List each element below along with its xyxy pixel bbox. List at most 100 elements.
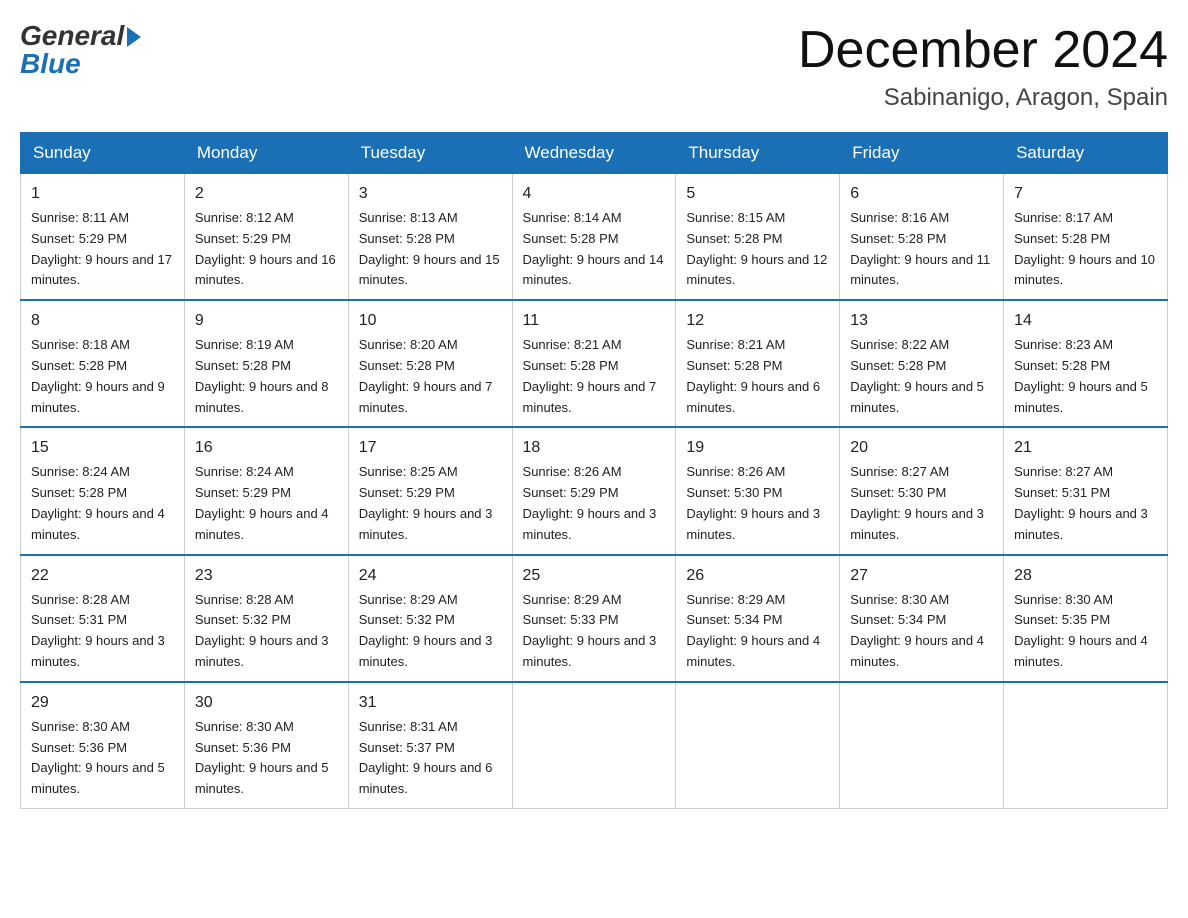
location-title: Sabinanigo, Aragon, Spain: [798, 84, 1168, 112]
col-saturday: Saturday: [1004, 133, 1168, 174]
day-number: 11: [523, 309, 666, 333]
day-info: Sunrise: 8:31 AMSunset: 5:37 PMDaylight:…: [359, 719, 493, 796]
day-number: 31: [359, 691, 502, 715]
day-number: 7: [1014, 182, 1157, 206]
day-cell: 21 Sunrise: 8:27 AMSunset: 5:31 PMDaylig…: [1004, 427, 1168, 554]
day-number: 29: [31, 691, 174, 715]
day-cell: 12 Sunrise: 8:21 AMSunset: 5:28 PMDaylig…: [676, 300, 840, 427]
day-info: Sunrise: 8:28 AMSunset: 5:32 PMDaylight:…: [195, 592, 329, 669]
day-number: 10: [359, 309, 502, 333]
day-cell: 30 Sunrise: 8:30 AMSunset: 5:36 PMDaylig…: [184, 682, 348, 809]
day-number: 5: [686, 182, 829, 206]
day-info: Sunrise: 8:14 AMSunset: 5:28 PMDaylight:…: [523, 210, 664, 287]
day-number: 12: [686, 309, 829, 333]
day-cell: 18 Sunrise: 8:26 AMSunset: 5:29 PMDaylig…: [512, 427, 676, 554]
day-cell: [1004, 682, 1168, 809]
calendar-table: Sunday Monday Tuesday Wednesday Thursday…: [20, 132, 1168, 809]
day-cell: 14 Sunrise: 8:23 AMSunset: 5:28 PMDaylig…: [1004, 300, 1168, 427]
day-info: Sunrise: 8:18 AMSunset: 5:28 PMDaylight:…: [31, 337, 165, 414]
week-row-5: 29 Sunrise: 8:30 AMSunset: 5:36 PMDaylig…: [21, 682, 1168, 809]
day-number: 18: [523, 436, 666, 460]
day-number: 4: [523, 182, 666, 206]
week-row-4: 22 Sunrise: 8:28 AMSunset: 5:31 PMDaylig…: [21, 555, 1168, 682]
day-info: Sunrise: 8:21 AMSunset: 5:28 PMDaylight:…: [523, 337, 657, 414]
day-number: 6: [850, 182, 993, 206]
day-cell: [512, 682, 676, 809]
day-number: 2: [195, 182, 338, 206]
week-row-3: 15 Sunrise: 8:24 AMSunset: 5:28 PMDaylig…: [21, 427, 1168, 554]
col-wednesday: Wednesday: [512, 133, 676, 174]
day-info: Sunrise: 8:30 AMSunset: 5:35 PMDaylight:…: [1014, 592, 1148, 669]
day-number: 24: [359, 564, 502, 588]
day-info: Sunrise: 8:26 AMSunset: 5:29 PMDaylight:…: [523, 464, 657, 541]
day-info: Sunrise: 8:13 AMSunset: 5:28 PMDaylight:…: [359, 210, 500, 287]
col-tuesday: Tuesday: [348, 133, 512, 174]
day-cell: 15 Sunrise: 8:24 AMSunset: 5:28 PMDaylig…: [21, 427, 185, 554]
day-info: Sunrise: 8:17 AMSunset: 5:28 PMDaylight:…: [1014, 210, 1155, 287]
day-number: 8: [31, 309, 174, 333]
day-cell: 4 Sunrise: 8:14 AMSunset: 5:28 PMDayligh…: [512, 174, 676, 301]
week-row-1: 1 Sunrise: 8:11 AMSunset: 5:29 PMDayligh…: [21, 174, 1168, 301]
day-number: 20: [850, 436, 993, 460]
day-cell: 6 Sunrise: 8:16 AMSunset: 5:28 PMDayligh…: [840, 174, 1004, 301]
day-cell: 17 Sunrise: 8:25 AMSunset: 5:29 PMDaylig…: [348, 427, 512, 554]
day-cell: 20 Sunrise: 8:27 AMSunset: 5:30 PMDaylig…: [840, 427, 1004, 554]
day-info: Sunrise: 8:11 AMSunset: 5:29 PMDaylight:…: [31, 210, 172, 287]
col-thursday: Thursday: [676, 133, 840, 174]
day-cell: 27 Sunrise: 8:30 AMSunset: 5:34 PMDaylig…: [840, 555, 1004, 682]
day-info: Sunrise: 8:30 AMSunset: 5:36 PMDaylight:…: [31, 719, 165, 796]
day-info: Sunrise: 8:29 AMSunset: 5:33 PMDaylight:…: [523, 592, 657, 669]
logo-blue-text: Blue: [20, 48, 81, 80]
day-info: Sunrise: 8:15 AMSunset: 5:28 PMDaylight:…: [686, 210, 827, 287]
day-number: 22: [31, 564, 174, 588]
day-info: Sunrise: 8:27 AMSunset: 5:31 PMDaylight:…: [1014, 464, 1148, 541]
day-number: 16: [195, 436, 338, 460]
day-number: 27: [850, 564, 993, 588]
day-info: Sunrise: 8:22 AMSunset: 5:28 PMDaylight:…: [850, 337, 984, 414]
day-info: Sunrise: 8:28 AMSunset: 5:31 PMDaylight:…: [31, 592, 165, 669]
day-info: Sunrise: 8:29 AMSunset: 5:32 PMDaylight:…: [359, 592, 493, 669]
day-number: 15: [31, 436, 174, 460]
day-info: Sunrise: 8:29 AMSunset: 5:34 PMDaylight:…: [686, 592, 820, 669]
day-cell: 26 Sunrise: 8:29 AMSunset: 5:34 PMDaylig…: [676, 555, 840, 682]
day-info: Sunrise: 8:27 AMSunset: 5:30 PMDaylight:…: [850, 464, 984, 541]
day-number: 28: [1014, 564, 1157, 588]
day-cell: 24 Sunrise: 8:29 AMSunset: 5:32 PMDaylig…: [348, 555, 512, 682]
day-cell: 7 Sunrise: 8:17 AMSunset: 5:28 PMDayligh…: [1004, 174, 1168, 301]
day-cell: 5 Sunrise: 8:15 AMSunset: 5:28 PMDayligh…: [676, 174, 840, 301]
day-cell: 2 Sunrise: 8:12 AMSunset: 5:29 PMDayligh…: [184, 174, 348, 301]
day-cell: 22 Sunrise: 8:28 AMSunset: 5:31 PMDaylig…: [21, 555, 185, 682]
day-info: Sunrise: 8:30 AMSunset: 5:34 PMDaylight:…: [850, 592, 984, 669]
day-number: 26: [686, 564, 829, 588]
day-cell: 25 Sunrise: 8:29 AMSunset: 5:33 PMDaylig…: [512, 555, 676, 682]
col-monday: Monday: [184, 133, 348, 174]
day-info: Sunrise: 8:19 AMSunset: 5:28 PMDaylight:…: [195, 337, 329, 414]
day-cell: 8 Sunrise: 8:18 AMSunset: 5:28 PMDayligh…: [21, 300, 185, 427]
day-number: 30: [195, 691, 338, 715]
col-friday: Friday: [840, 133, 1004, 174]
day-cell: 13 Sunrise: 8:22 AMSunset: 5:28 PMDaylig…: [840, 300, 1004, 427]
day-info: Sunrise: 8:20 AMSunset: 5:28 PMDaylight:…: [359, 337, 493, 414]
day-number: 1: [31, 182, 174, 206]
logo-arrow-icon: [127, 27, 141, 47]
day-info: Sunrise: 8:21 AMSunset: 5:28 PMDaylight:…: [686, 337, 820, 414]
day-number: 14: [1014, 309, 1157, 333]
day-info: Sunrise: 8:16 AMSunset: 5:28 PMDaylight:…: [850, 210, 990, 287]
week-row-2: 8 Sunrise: 8:18 AMSunset: 5:28 PMDayligh…: [21, 300, 1168, 427]
logo: General Blue: [20, 20, 141, 80]
day-number: 17: [359, 436, 502, 460]
day-cell: 16 Sunrise: 8:24 AMSunset: 5:29 PMDaylig…: [184, 427, 348, 554]
col-sunday: Sunday: [21, 133, 185, 174]
day-cell: 28 Sunrise: 8:30 AMSunset: 5:35 PMDaylig…: [1004, 555, 1168, 682]
day-number: 3: [359, 182, 502, 206]
day-info: Sunrise: 8:24 AMSunset: 5:28 PMDaylight:…: [31, 464, 165, 541]
day-number: 13: [850, 309, 993, 333]
day-number: 21: [1014, 436, 1157, 460]
day-number: 9: [195, 309, 338, 333]
day-number: 25: [523, 564, 666, 588]
day-cell: 31 Sunrise: 8:31 AMSunset: 5:37 PMDaylig…: [348, 682, 512, 809]
day-info: Sunrise: 8:30 AMSunset: 5:36 PMDaylight:…: [195, 719, 329, 796]
day-info: Sunrise: 8:25 AMSunset: 5:29 PMDaylight:…: [359, 464, 493, 541]
day-cell: 23 Sunrise: 8:28 AMSunset: 5:32 PMDaylig…: [184, 555, 348, 682]
day-info: Sunrise: 8:24 AMSunset: 5:29 PMDaylight:…: [195, 464, 329, 541]
